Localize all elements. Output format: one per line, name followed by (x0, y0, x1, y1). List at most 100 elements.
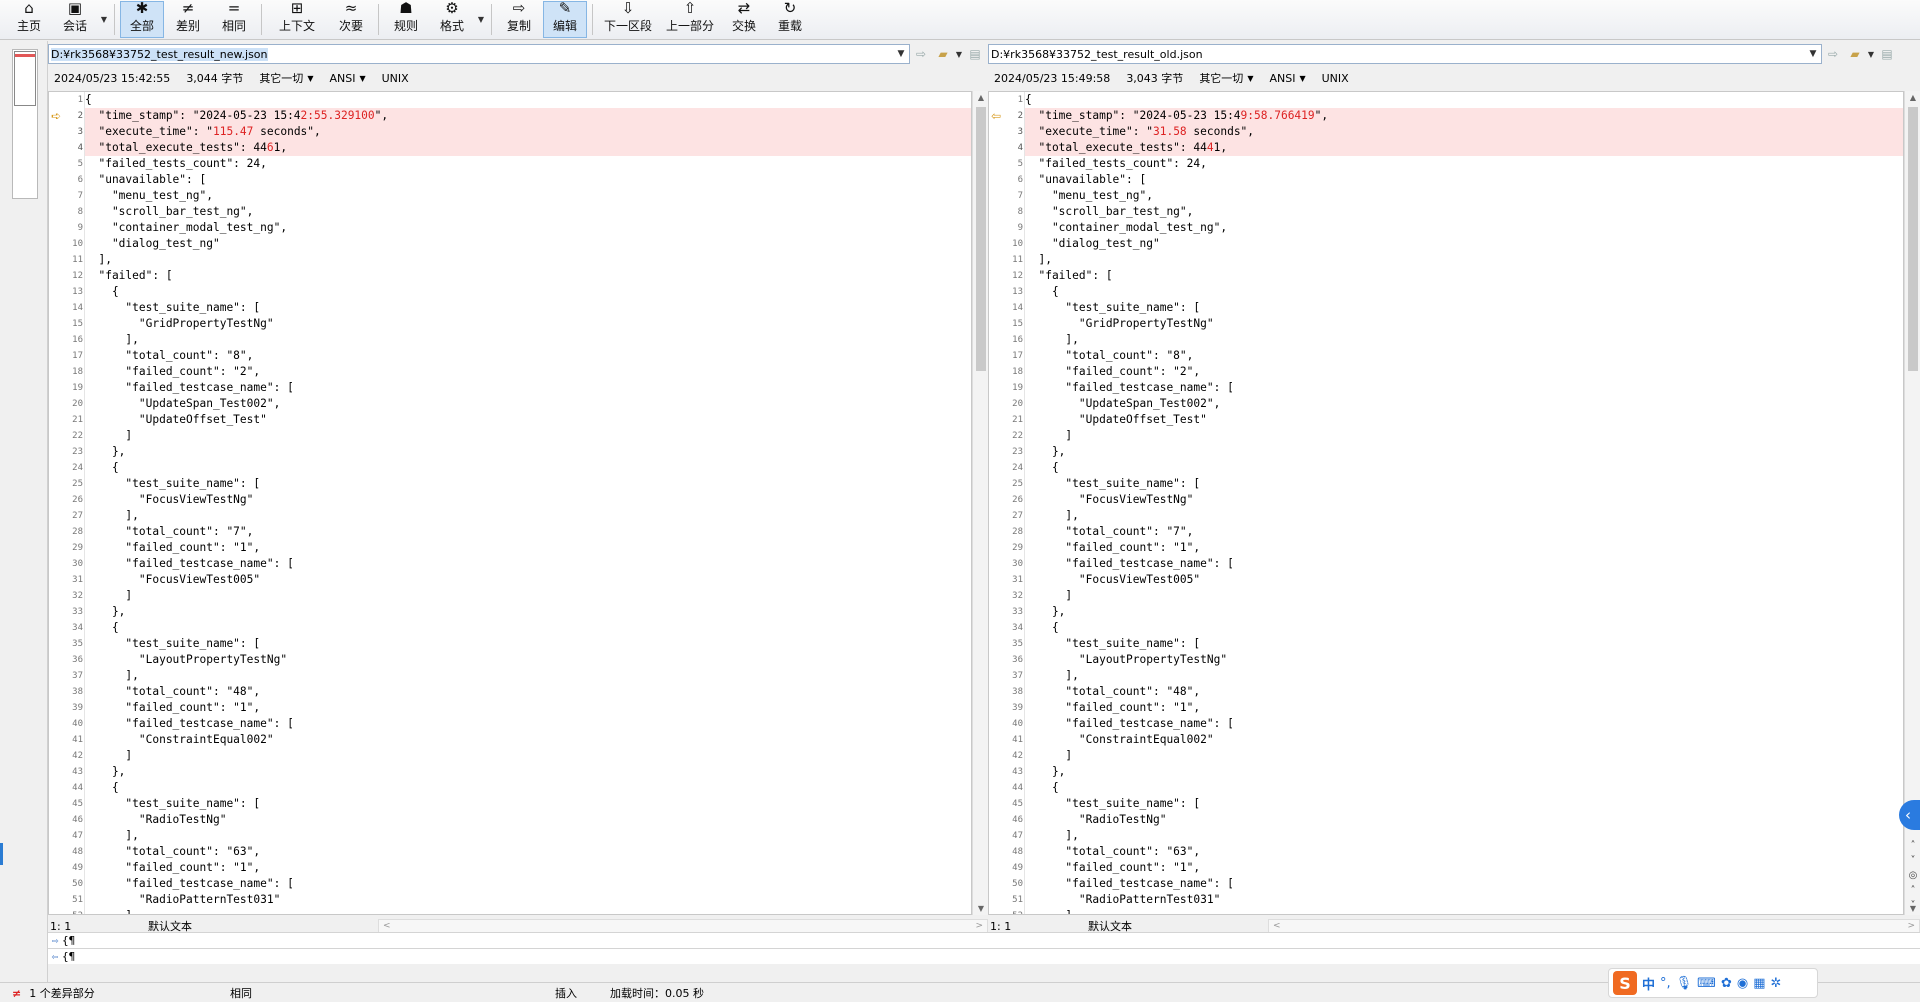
right-horizontal-scrollbar[interactable]: < > (1268, 919, 1920, 933)
text-line[interactable]: "FocusViewTest005" (1025, 572, 1903, 588)
text-line[interactable]: "total_count": "8", (1025, 348, 1903, 364)
left-horizontal-scrollbar[interactable]: < > (378, 919, 988, 933)
text-line[interactable]: ], (1025, 668, 1903, 684)
text-line[interactable]: { (85, 620, 971, 636)
game-icon[interactable]: ◉ (1737, 976, 1748, 991)
text-line[interactable]: "GridPropertyTestNg" (1025, 316, 1903, 332)
text-line[interactable]: { (85, 92, 971, 108)
text-line[interactable]: "GridPropertyTestNg" (85, 316, 971, 332)
chevron-down-icon[interactable]: ▼ (475, 0, 487, 39)
diff-line[interactable]: "execute_time": "115.47 seconds", (85, 124, 971, 140)
right-encoding-select[interactable]: ANSI (1269, 72, 1295, 85)
scroll-left-icon[interactable]: < (1273, 921, 1281, 931)
text-line[interactable]: "test_suite_name": [ (85, 300, 971, 316)
chevron-down-icon[interactable]: ˅ (1911, 855, 1916, 866)
chevron-down-icon[interactable]: ▼ (98, 0, 110, 39)
chevron-down-icon[interactable]: ▼ (307, 74, 313, 83)
diff-line[interactable]: "total_execute_tests": 4441, (1025, 140, 1903, 156)
text-line[interactable]: ], (85, 668, 971, 684)
right-editor[interactable]: 1 2 ⇦ 3 4 5 6 7 8 9 10 11 12 13 14 15 16 17 18 19 20 21 22 23 24… (988, 91, 1904, 915)
text-line[interactable]: ], (1025, 332, 1903, 348)
left-linebreak-select[interactable]: 其它一切 (259, 70, 303, 86)
text-line[interactable]: ] (85, 428, 971, 444)
toolbar-minor-button[interactable]: ≈ 次要 (329, 0, 373, 38)
folder-icon[interactable]: ▰ (932, 47, 954, 61)
text-line[interactable]: "scroll_bar_test_ng", (1025, 204, 1903, 220)
save-icon[interactable]: ▤ (1876, 47, 1898, 61)
text-line[interactable]: "failed_count": "1", (85, 860, 971, 876)
toolbar-copy-button[interactable]: ⇨ 复制 (497, 0, 541, 38)
left-path-input[interactable]: D:¥rk3568¥33752_test_result_new.json ▼ (48, 44, 910, 64)
scroll-up-icon[interactable]: ▲ (1905, 93, 1920, 102)
text-line[interactable]: "unavailable": [ (1025, 172, 1903, 188)
text-line[interactable]: "container_modal_test_ng", (85, 220, 971, 236)
sogou-logo-icon[interactable]: S (1613, 971, 1637, 995)
text-line[interactable]: }, (85, 604, 971, 620)
diff-line[interactable]: "execute_time": "31.58 seconds", (1025, 124, 1903, 140)
diff-line[interactable]: "time_stamp": "2024-05-23 15:42:55.32910… (85, 108, 971, 124)
text-line[interactable]: }, (1025, 764, 1903, 780)
save-icon[interactable]: ▤ (964, 47, 986, 61)
text-line[interactable]: "menu_test_ng", (85, 188, 971, 204)
chevron-down-icon[interactable]: ˅ (1911, 900, 1916, 911)
text-line[interactable]: "failed": [ (85, 268, 971, 284)
text-line[interactable]: "failed_testcase_name": [ (1025, 380, 1903, 396)
text-line[interactable]: "test_suite_name": [ (1025, 796, 1903, 812)
text-line[interactable]: "FocusViewTestNg" (1025, 492, 1903, 508)
text-line[interactable]: ] (85, 748, 971, 764)
text-line[interactable]: ] (1025, 908, 1903, 914)
text-line[interactable]: "failed": [ (1025, 268, 1903, 284)
text-line[interactable]: ] (85, 908, 971, 914)
text-line[interactable]: ], (1025, 252, 1903, 268)
text-line[interactable]: { (1025, 284, 1903, 300)
chevron-up-icon[interactable]: ˄ (1911, 885, 1916, 896)
text-line[interactable]: }, (85, 444, 971, 460)
text-line[interactable]: "dialog_test_ng" (85, 236, 971, 252)
toolbar-next-section-button[interactable]: ⇩ 下一区段 (598, 0, 658, 38)
text-line[interactable]: "FocusViewTestNg" (85, 492, 971, 508)
text-line[interactable]: "UpdateOffset_Test" (1025, 412, 1903, 428)
text-line[interactable]: }, (1025, 604, 1903, 620)
text-line[interactable]: "test_suite_name": [ (1025, 476, 1903, 492)
text-line[interactable]: }, (1025, 444, 1903, 460)
scroll-left-icon[interactable]: < (383, 921, 391, 931)
chevron-up-icon[interactable]: ˄ (1911, 840, 1916, 851)
ime-punctuation[interactable]: °, (1660, 976, 1671, 991)
text-line[interactable]: "RadioTestNg" (1025, 812, 1903, 828)
text-line[interactable]: "failed_testcase_name": [ (1025, 876, 1903, 892)
text-line[interactable]: ], (85, 332, 971, 348)
text-line[interactable]: "RadioPatternTest031" (85, 892, 971, 908)
scroll-thumb[interactable] (976, 107, 986, 371)
text-line[interactable]: ], (85, 252, 971, 268)
text-line[interactable]: "test_suite_name": [ (1025, 636, 1903, 652)
skin-icon[interactable]: ✿ (1721, 976, 1732, 991)
text-line[interactable]: "failed_count": "1", (1025, 860, 1903, 876)
text-line[interactable]: "failed_testcase_name": [ (85, 380, 971, 396)
toolbar-rules-button[interactable]: ☗ 规则 (384, 0, 428, 38)
scroll-up-icon[interactable]: ▲ (973, 93, 989, 102)
chevron-down-icon[interactable]: ▼ (359, 74, 365, 83)
text-line[interactable]: { (1025, 620, 1903, 636)
text-line[interactable]: "failed_count": "1", (1025, 700, 1903, 716)
text-line[interactable]: "failed_count": "1", (85, 540, 971, 556)
left-editor[interactable]: 1 2 ➪ 3 4 5 6 7 8 9 10 11 12 13 14 15 16 17 18 19 20 21 22 23 24… (48, 91, 972, 915)
text-line[interactable]: { (1025, 460, 1903, 476)
text-line[interactable]: "total_count": "8", (85, 348, 971, 364)
text-line[interactable]: "failed_count": "1", (85, 700, 971, 716)
text-line[interactable]: "scroll_bar_test_ng", (85, 204, 971, 220)
settings-icon[interactable]: ✲ (1770, 976, 1781, 991)
chevron-down-icon[interactable]: ▼ (1866, 50, 1876, 59)
mic-icon[interactable]: 🎙︎ (1676, 976, 1693, 991)
text-line[interactable]: "failed_testcase_name": [ (85, 716, 971, 732)
chevron-down-icon[interactable]: ▼ (1299, 74, 1305, 83)
text-line[interactable]: "dialog_test_ng" (1025, 236, 1903, 252)
toolbar-same-button[interactable]: = 相同 (212, 0, 256, 38)
text-line[interactable]: "test_suite_name": [ (85, 796, 971, 812)
text-line[interactable]: ] (1025, 428, 1903, 444)
keyboard-icon[interactable]: ⌨ (1697, 976, 1716, 991)
overview-viewport[interactable] (14, 51, 36, 106)
text-line[interactable]: "total_count": "63", (1025, 844, 1903, 860)
ime-language[interactable]: 中 (1642, 974, 1655, 993)
text-line[interactable]: ] (1025, 588, 1903, 604)
toolbar-prev-section-button[interactable]: ⇧ 上一部分 (660, 0, 720, 38)
